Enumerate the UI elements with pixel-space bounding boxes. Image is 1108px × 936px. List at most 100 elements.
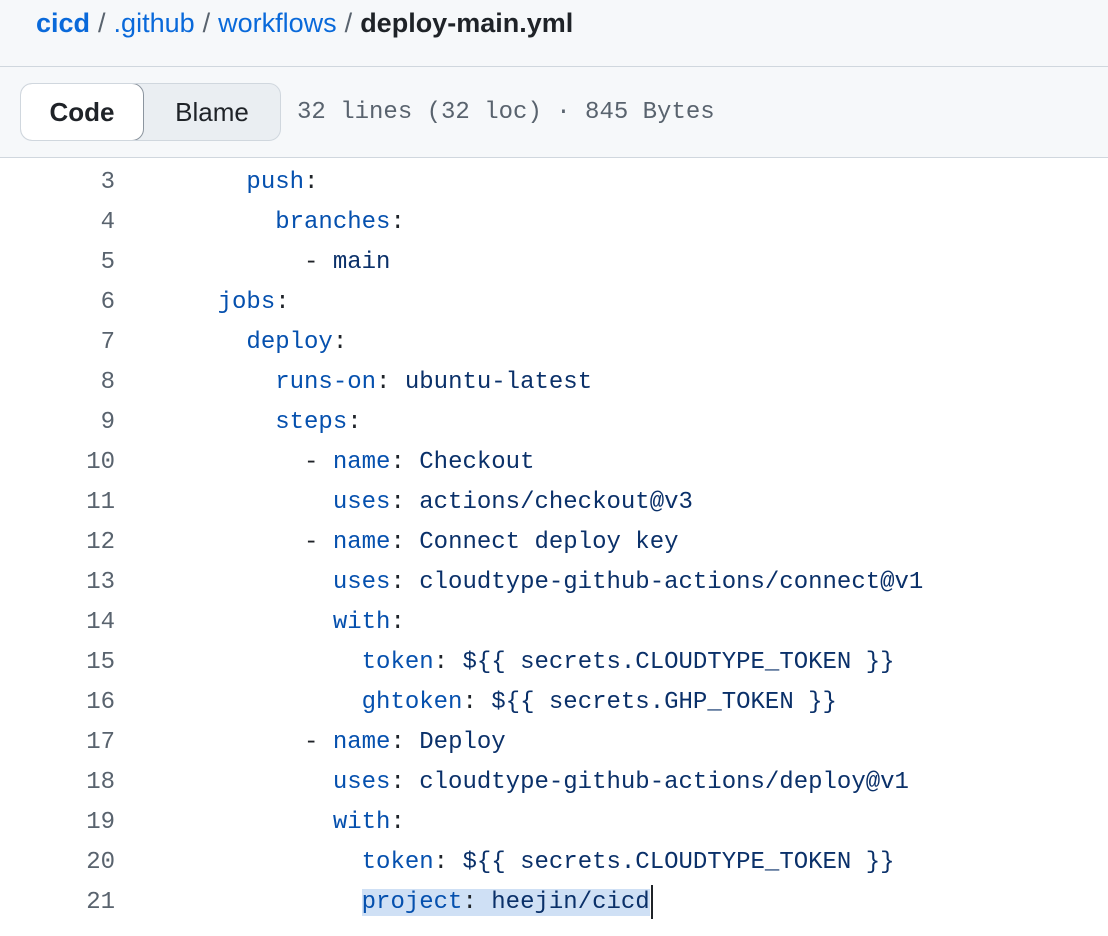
yaml-key: branches — [275, 208, 391, 236]
yaml-key: name — [332, 728, 391, 756]
yaml-key: name — [332, 528, 391, 556]
code-text: - main — [304, 248, 391, 276]
text-cursor — [650, 885, 653, 919]
line-number[interactable]: 3 — [0, 169, 115, 196]
code-line: 5 - main — [0, 242, 1108, 282]
line-number[interactable]: 9 — [0, 409, 115, 436]
code-line: 10 - name: Checkout — [0, 442, 1108, 482]
code-line: 6 jobs: — [0, 282, 1108, 322]
code-text: runs-on: ubuntu-latest — [275, 368, 593, 396]
code-text: with: — [332, 608, 405, 636]
code-line: 19 with: — [0, 802, 1108, 842]
line-number[interactable]: 16 — [0, 689, 115, 716]
yaml-key: steps — [275, 408, 348, 436]
code-line: 16 ghtoken: ${{ secrets.GHP_TOKEN }} — [0, 682, 1108, 722]
breadcrumb-github-folder-link[interactable]: .github — [114, 6, 195, 40]
line-number[interactable]: 18 — [0, 769, 115, 796]
line-number[interactable]: 14 — [0, 609, 115, 636]
line-number[interactable]: 4 — [0, 209, 115, 236]
line-number[interactable]: 13 — [0, 569, 115, 596]
code-blame-toggle: Code Blame — [20, 83, 281, 141]
line-number[interactable]: 10 — [0, 449, 115, 476]
yaml-value: Checkout — [419, 448, 535, 476]
code-line: 8 runs-on: ubuntu-latest — [0, 362, 1108, 402]
yaml-value: actions/checkout@v3 — [419, 488, 693, 516]
yaml-value: cloudtype-github-actions/deploy@v1 — [419, 768, 909, 796]
yaml-value: ${{ secrets.CLOUDTYPE_TOKEN }} — [462, 648, 895, 676]
code-line: 9 steps: — [0, 402, 1108, 442]
yaml-key: uses — [332, 768, 391, 796]
code-line: 17 - name: Deploy — [0, 722, 1108, 762]
code-viewer[interactable]: 3 push: 4 branches: 5 - main 6 jobs: 7 deplo… — [0, 158, 1108, 936]
code-line: 11 uses: actions/checkout@v3 — [0, 482, 1108, 522]
code-text: uses: actions/checkout@v3 — [332, 488, 693, 516]
code-text: - name: Deploy — [304, 728, 506, 756]
code-line: 7 deploy: — [0, 322, 1108, 362]
yaml-value: ${{ secrets.CLOUDTYPE_TOKEN }} — [462, 848, 895, 876]
code-line: 21 project: heejin/cicd — [0, 882, 1108, 922]
code-text: token: ${{ secrets.CLOUDTYPE_TOKEN }} — [361, 848, 895, 876]
line-number[interactable]: 15 — [0, 649, 115, 676]
code-text: ghtoken: ${{ secrets.GHP_TOKEN }} — [361, 688, 837, 716]
code-line: 12 - name: Connect deploy key — [0, 522, 1108, 562]
code-line: 13 uses: cloudtype-github-actions/connec… — [0, 562, 1108, 602]
yaml-value: Deploy — [419, 728, 506, 756]
yaml-key: jobs — [217, 288, 276, 316]
yaml-key: uses — [332, 568, 391, 596]
code-text: - name: Connect deploy key — [304, 528, 679, 556]
code-text: uses: cloudtype-github-actions/deploy@v1 — [332, 768, 909, 796]
yaml-value: ubuntu-latest — [404, 368, 593, 396]
yaml-key: with — [332, 808, 391, 836]
line-number[interactable]: 11 — [0, 489, 115, 516]
code-line: 14 with: — [0, 602, 1108, 642]
code-text: project: heejin/cicd — [160, 885, 653, 919]
yaml-key: ghtoken — [361, 688, 463, 716]
code-text: deploy: — [246, 328, 348, 356]
breadcrumb-separator: / — [98, 8, 106, 38]
code-text: branches: — [275, 208, 405, 236]
yaml-value: heejin/cicd — [491, 889, 650, 917]
breadcrumb-separator: / — [202, 8, 211, 38]
file-meta-info: 32 lines (32 loc) · 845 Bytes — [297, 98, 715, 126]
yaml-key: project — [361, 889, 463, 917]
line-number[interactable]: 19 — [0, 809, 115, 836]
code-text: steps: — [275, 408, 362, 436]
breadcrumb-separator: / — [344, 8, 353, 38]
code-text: push: — [246, 168, 319, 196]
breadcrumb: cicd / .github / workflows / deploy-main… — [0, 0, 1108, 67]
breadcrumb-workflows-folder-link[interactable]: workflows — [218, 6, 337, 40]
breadcrumb-repo-link[interactable]: cicd — [36, 6, 90, 40]
line-number[interactable]: 12 — [0, 529, 115, 556]
line-number[interactable]: 7 — [0, 329, 115, 356]
breadcrumb-current-file: deploy-main.yml — [360, 8, 574, 38]
line-number[interactable]: 6 — [0, 289, 115, 316]
code-text: jobs: — [217, 288, 290, 316]
line-number[interactable]: 17 — [0, 729, 115, 756]
code-text: - name: Checkout — [304, 448, 535, 476]
file-toolbar: Code Blame 32 lines (32 loc) · 845 Bytes — [0, 67, 1108, 158]
code-line: 4 branches: — [0, 202, 1108, 242]
yaml-value: cloudtype-github-actions/connect@v1 — [419, 568, 924, 596]
yaml-key: uses — [332, 488, 391, 516]
blame-view-button[interactable]: Blame — [144, 84, 280, 140]
yaml-key: with — [332, 608, 391, 636]
yaml-key: runs-on — [275, 368, 377, 396]
code-line: 20 token: ${{ secrets.CLOUDTYPE_TOKEN }} — [0, 842, 1108, 882]
code-line: 3 push: — [0, 162, 1108, 202]
yaml-value: main — [332, 248, 391, 276]
line-number[interactable]: 8 — [0, 369, 115, 396]
code-text: uses: cloudtype-github-actions/connect@v… — [332, 568, 924, 596]
code-text: token: ${{ secrets.CLOUDTYPE_TOKEN }} — [361, 648, 895, 676]
yaml-key: deploy — [246, 328, 333, 356]
line-number[interactable]: 5 — [0, 249, 115, 276]
line-number[interactable]: 21 — [0, 889, 115, 916]
yaml-key: push — [246, 168, 305, 196]
code-view-button[interactable]: Code — [21, 84, 144, 140]
yaml-key: token — [361, 848, 434, 876]
yaml-key: name — [332, 448, 391, 476]
yaml-value: ${{ secrets.GHP_TOKEN }} — [491, 688, 837, 716]
yaml-value: Connect deploy key — [419, 528, 679, 556]
code-text: with: — [332, 808, 405, 836]
line-number[interactable]: 20 — [0, 849, 115, 876]
code-line: 18 uses: cloudtype-github-actions/deploy… — [0, 762, 1108, 802]
